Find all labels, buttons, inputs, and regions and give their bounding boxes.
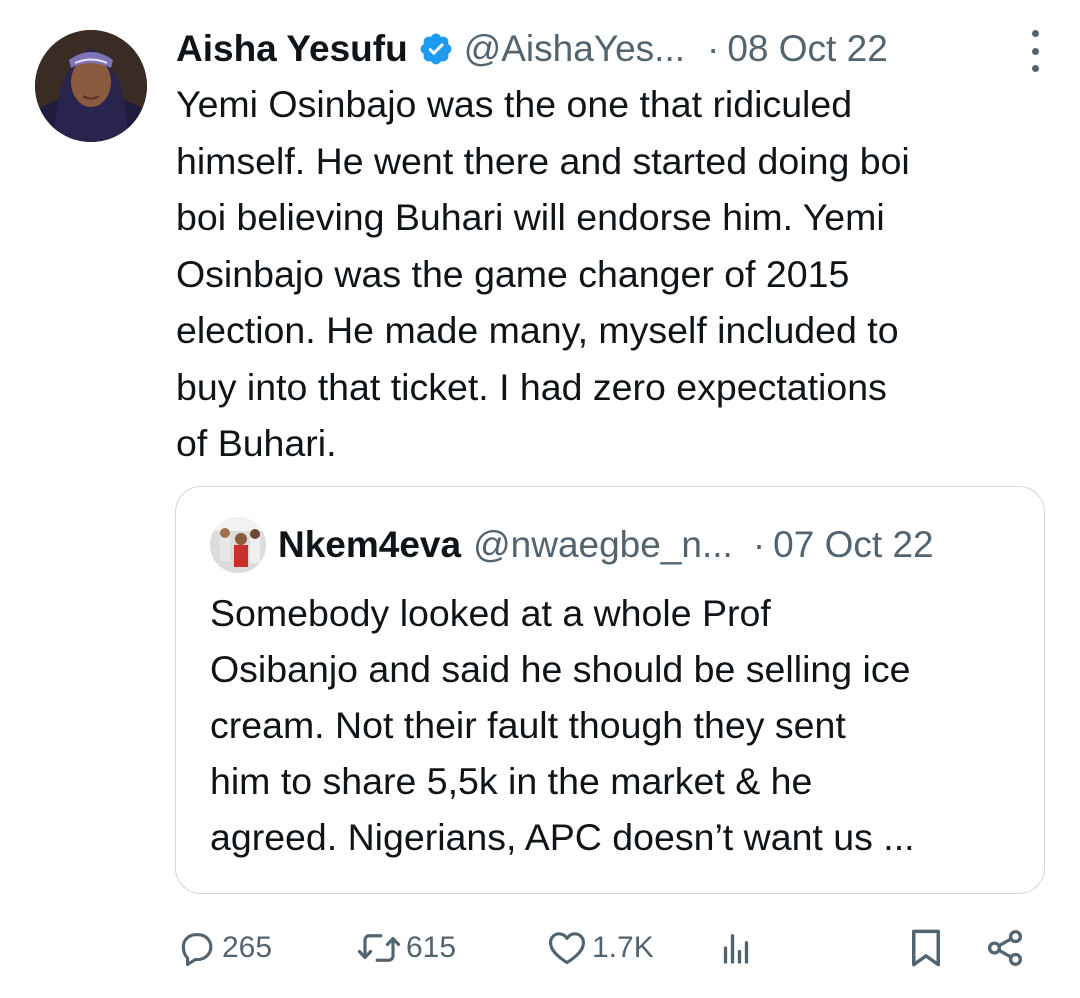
like-button[interactable]: 1.7K [546,922,654,974]
action-bar: 265 615 1.7K [0,922,1080,974]
tweet-text-line: buy into that ticket. I had zero expecta… [176,365,887,408]
tweet-header: Aisha Yesufu @AishaYes... · 08 Oct 22 [176,26,1060,72]
bookmark-icon [908,927,944,969]
share-button[interactable] [984,922,1026,974]
bookmark-button[interactable] [908,922,944,974]
quoted-text-line: agreed. Nigerians, APC doesn’t want us .… [210,816,915,858]
author-avatar[interactable] [35,30,147,142]
tweet-text-line: of Buhari. [176,422,337,464]
share-icon [984,927,1026,969]
tweet-text-line: Osinbajo was the game changer of 2015 [176,252,850,295]
quoted-text-line: cream. Not their fault though they sent [210,704,846,746]
quoted-text-line: Somebody looked at a whole Prof [210,592,771,634]
like-icon [546,927,588,969]
reply-icon [176,927,218,969]
views-icon [720,927,752,969]
tweet-date[interactable]: 08 Oct 22 [727,28,887,70]
tweet-text-line: Yemi Osinbajo was the one that ridiculed [176,83,853,125]
separator-dot: · [707,28,720,69]
quoted-tweet-card[interactable]: Nkem4eva @nwaegbe_n... · 07 Oct 22 Someb… [175,486,1045,894]
views-button[interactable] [720,922,752,974]
quoted-tweet-text: Somebody looked at a whole Prof Osibanjo… [210,585,1030,865]
tweet-text: Yemi Osinbajo was the one that ridiculed… [176,76,1056,472]
author-name[interactable]: Aisha Yesufu [176,28,408,70]
quoted-separator-dot: · [752,524,766,565]
quoted-tweet-date[interactable]: 07 Oct 22 [773,524,933,566]
repost-button[interactable]: 615 [356,922,456,974]
more-icon[interactable] [1030,30,1040,72]
tweet-text-line: himself. He went there and started doing… [176,139,910,182]
repost-count: 615 [406,931,457,964]
reply-count: 265 [222,931,273,964]
repost-icon [356,927,402,969]
quoted-author-name[interactable]: Nkem4eva [278,524,461,566]
verified-badge-icon [418,31,454,67]
tweet-text-line: election. He made many, myself included … [176,309,899,351]
quoted-tweet-header: Nkem4eva @nwaegbe_n... · 07 Oct 22 [278,521,934,569]
reply-button[interactable]: 265 [176,922,272,974]
quoted-text-line: him to share 5,5k in the market & he [210,760,813,802]
author-handle[interactable]: @AishaYes... [464,28,685,70]
tweet-text-line: boi believing Buhari will endorse him. Y… [176,196,885,238]
like-count: 1.7K [592,931,654,964]
quoted-author-handle[interactable]: @nwaegbe_n... [473,524,733,566]
quoted-author-avatar[interactable] [210,517,266,573]
quoted-text-line: Osibanjo and said he should be selling i… [210,648,911,690]
